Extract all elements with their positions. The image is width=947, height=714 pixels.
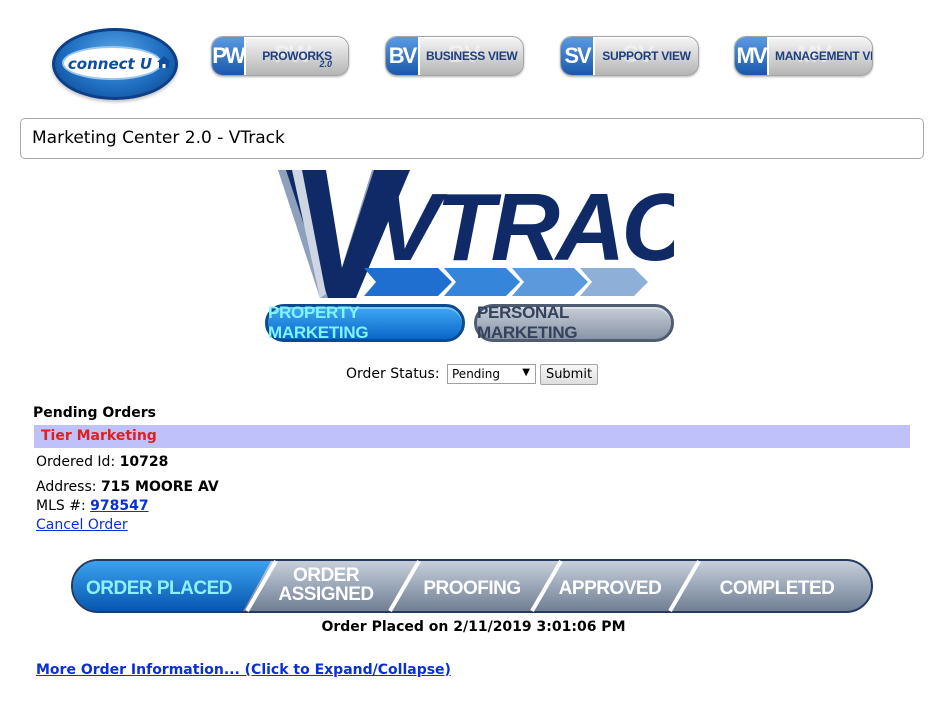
pw-badge: PW <box>212 37 246 75</box>
mv-badge: MV <box>735 37 769 75</box>
support-view-label: SUPPORT VIEW <box>602 49 691 63</box>
pending-orders-heading: Pending Orders <box>33 405 156 421</box>
order-progress-bar: ORDER PLACED ORDER ASSIGNED PROOFING APP… <box>71 559 873 613</box>
step-order-placed: ORDER PLACED <box>86 578 232 599</box>
order-status-label: Order Status: <box>346 366 440 382</box>
step-order-assigned-line2: ASSIGNED <box>278 584 373 605</box>
step-proofing: PROOFING <box>423 578 520 599</box>
management-view-label: MANAGEMENT VIEW <box>775 49 873 63</box>
proworks-version: 2.0 <box>319 59 332 69</box>
order-group-header: Tier Marketing <box>34 425 910 448</box>
support-view-button[interactable]: SV SV SUPPORT VIEW <box>560 36 699 76</box>
dropdown-arrow-icon: ▼ <box>522 367 530 378</box>
business-view-button[interactable]: BV BV BUSINESS VIEW <box>385 36 524 76</box>
submit-button[interactable]: Submit <box>540 364 598 385</box>
address-label: Address: <box>36 479 97 495</box>
order-id-value: 10728 <box>119 454 169 470</box>
more-order-info-link[interactable]: More Order Information... (Click to Expa… <box>36 662 451 678</box>
order-status-select[interactable]: Pending ▼ <box>447 364 536 384</box>
management-view-button[interactable]: MV MV MANAGEMENT VIEW <box>734 36 873 76</box>
address-row: Address: 715 MOORE AV <box>36 479 219 495</box>
mls-label: MLS #: <box>36 498 86 514</box>
proworks-button[interactable]: PW PW PROWORKS 2.0 <box>211 36 349 76</box>
house-icon <box>157 56 171 68</box>
tab-personal-marketing[interactable]: PERSONAL MARKETING <box>474 303 674 342</box>
connectu-logo[interactable]: connect U <box>52 28 178 100</box>
tab-property-marketing[interactable]: PROPERTY MARKETING <box>265 303 465 342</box>
cancel-order-link[interactable]: Cancel Order <box>36 517 128 533</box>
address-value: 715 MOORE AV <box>100 479 219 495</box>
order-status-value: Pending <box>452 367 500 381</box>
business-view-label: BUSINESS VIEW <box>426 49 518 63</box>
sv-badge: SV <box>561 37 595 75</box>
bv-badge: BV <box>386 37 420 75</box>
page-title: Marketing Center 2.0 - VTrack <box>20 118 924 159</box>
logo-text: connect U <box>67 55 153 73</box>
step-completed: COMPLETED <box>720 578 835 599</box>
vtrack-chevrons <box>364 268 648 296</box>
vtrack-logo: VTRACK <box>278 170 674 298</box>
order-id-row: Ordered Id: 10728 <box>36 454 168 470</box>
step-approved: APPROVED <box>559 578 662 599</box>
mls-row: MLS #: 978547 <box>36 498 149 514</box>
order-id-label: Ordered Id: <box>36 454 116 470</box>
step-order-assigned-line1: ORDER <box>293 565 360 586</box>
order-placed-timestamp: Order Placed on 2/11/2019 3:01:06 PM <box>321 619 626 635</box>
vtrack-text: VTRACK <box>376 174 674 281</box>
mls-link[interactable]: 978547 <box>90 498 148 514</box>
